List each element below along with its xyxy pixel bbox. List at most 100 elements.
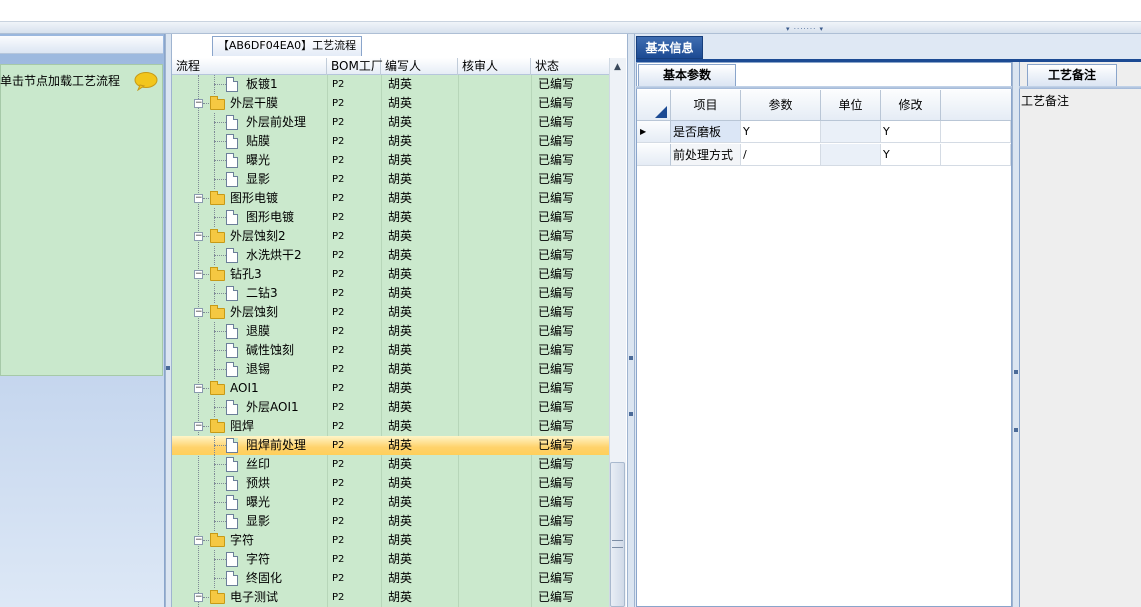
tree-row[interactable]: 外层AOI1 P2 胡英 已编写 bbox=[172, 398, 609, 417]
tree-row[interactable]: − 阻焊 P2 胡英 已编写 bbox=[172, 417, 609, 436]
process-name: 钻孔3 bbox=[230, 267, 262, 281]
bom-factory-cell: P2 bbox=[332, 516, 345, 527]
middle-vertical-splitter[interactable] bbox=[627, 34, 635, 607]
writer-cell: 胡英 bbox=[388, 495, 413, 509]
writer-cell: 胡英 bbox=[388, 172, 413, 186]
tree-row[interactable]: 字符 P2 胡英 已编写 bbox=[172, 550, 609, 569]
tree-row[interactable]: 退锡 P2 胡英 已编写 bbox=[172, 360, 609, 379]
tree-row[interactable]: 外层前处理 P2 胡英 已编写 bbox=[172, 113, 609, 132]
status-cell: 已编写 bbox=[538, 571, 575, 585]
grid-header-item[interactable]: 项目 bbox=[671, 90, 741, 121]
tree-row[interactable]: 水洗烘干2 P2 胡英 已编写 bbox=[172, 246, 609, 265]
grid-cell-param[interactable]: Y bbox=[741, 121, 821, 143]
process-name: 阻焊 bbox=[230, 419, 255, 433]
tree-row[interactable]: − 外层蚀刻2 P2 胡英 已编写 bbox=[172, 227, 609, 246]
tree-row[interactable]: 终固化 P2 胡英 已编写 bbox=[172, 569, 609, 588]
status-cell: 已编写 bbox=[538, 419, 575, 433]
grid-cell-modify[interactable]: Y bbox=[881, 144, 941, 166]
collapse-toggle-icon[interactable]: − bbox=[194, 99, 203, 108]
grid-header-param[interactable]: 参数 bbox=[741, 90, 821, 121]
grid-cell-item[interactable]: 是否磨板 bbox=[671, 121, 741, 143]
collapse-toggle-icon[interactable]: − bbox=[194, 536, 203, 545]
tab-basic-params[interactable]: 基本参数 bbox=[638, 64, 736, 86]
process-name: 图形电镀 bbox=[230, 191, 279, 205]
tree-row[interactable]: 曝光 P2 胡英 已编写 bbox=[172, 151, 609, 170]
column-header-status[interactable]: 状态 bbox=[531, 58, 609, 75]
grid-cell-param[interactable]: / bbox=[741, 144, 821, 166]
tree-row[interactable]: 丝印 P2 胡英 已编写 bbox=[172, 455, 609, 474]
splitter-grip-icon[interactable]: ▾ ······· ▾ bbox=[786, 25, 848, 33]
collapse-toggle-icon[interactable]: − bbox=[194, 270, 203, 279]
grid-cell-unit[interactable] bbox=[821, 121, 881, 143]
collapse-toggle-icon[interactable]: − bbox=[194, 593, 203, 602]
tree-row[interactable]: 板镀1 P2 胡英 已编写 bbox=[172, 75, 609, 94]
tree-row[interactable]: 显影 P2 胡英 已编写 bbox=[172, 512, 609, 531]
process-name: 外层AOI1 bbox=[246, 400, 299, 414]
column-header-writer[interactable]: 编写人 bbox=[381, 58, 458, 75]
status-cell: 已编写 bbox=[538, 191, 575, 205]
bom-factory-cell: P2 bbox=[332, 193, 345, 204]
collapse-toggle-icon[interactable]: − bbox=[194, 422, 203, 431]
collapse-toggle-icon[interactable]: − bbox=[194, 384, 203, 393]
hint-box bbox=[0, 64, 163, 376]
tree-row[interactable]: 贴膜 P2 胡英 已编写 bbox=[172, 132, 609, 151]
tree-row[interactable]: − 外层蚀刻 P2 胡英 已编写 bbox=[172, 303, 609, 322]
process-name: 外层蚀刻 bbox=[230, 305, 279, 319]
process-name: AOI1 bbox=[230, 381, 259, 395]
grid-header-modify[interactable]: 修改 bbox=[881, 90, 941, 121]
tree-row[interactable]: − 外层干膜 P2 胡英 已编写 bbox=[172, 94, 609, 113]
grid-header-unit[interactable]: 单位 bbox=[821, 90, 881, 121]
tree-row[interactable]: 曝光 P2 胡英 已编写 bbox=[172, 493, 609, 512]
document-icon bbox=[226, 134, 238, 149]
collapse-toggle-icon[interactable]: − bbox=[194, 194, 203, 203]
tree-row[interactable]: − AOI1 P2 胡英 已编写 bbox=[172, 379, 609, 398]
splitter-arrow-icon[interactable] bbox=[629, 412, 633, 416]
collapse-toggle-icon[interactable]: − bbox=[194, 308, 203, 317]
column-header-reviewer[interactable]: 核审人 bbox=[458, 58, 531, 75]
tree-row[interactable]: − 钻孔3 P2 胡英 已编写 bbox=[172, 265, 609, 284]
tree-row[interactable]: − 字符 P2 胡英 已编写 bbox=[172, 531, 609, 550]
process-name: 预烘 bbox=[246, 476, 271, 490]
process-name: 字符 bbox=[246, 552, 271, 566]
tree-row[interactable]: − 电子测试 P2 胡英 已编写 bbox=[172, 588, 609, 607]
bom-factory-cell: P2 bbox=[332, 307, 345, 318]
status-cell: 已编写 bbox=[538, 286, 575, 300]
scroll-up-icon[interactable]: ▲ bbox=[610, 59, 625, 75]
tab-process-flow[interactable]: 【AB6DF04EA0】工艺流程 bbox=[212, 36, 362, 56]
column-header-flow[interactable]: 流程 bbox=[172, 58, 327, 75]
grid-cell-filler bbox=[941, 121, 1011, 143]
writer-cell: 胡英 bbox=[388, 267, 413, 281]
tab-process-notes[interactable]: 工艺备注 bbox=[1027, 64, 1117, 86]
bom-factory-cell: P2 bbox=[332, 592, 345, 603]
grid-cell-item[interactable]: 前处理方式 bbox=[671, 144, 741, 166]
status-cell: 已编写 bbox=[538, 115, 575, 129]
column-header-bom-factory[interactable]: BOM工厂 bbox=[327, 58, 383, 75]
tree-row[interactable]: 二钻3 P2 胡英 已编写 bbox=[172, 284, 609, 303]
process-name: 板镀1 bbox=[246, 77, 278, 91]
process-name: 阻焊前处理 bbox=[246, 438, 307, 452]
writer-cell: 胡英 bbox=[388, 324, 413, 338]
tree-row[interactable]: − 图形电镀 P2 胡英 已编写 bbox=[172, 189, 609, 208]
writer-cell: 胡英 bbox=[388, 514, 413, 528]
horizontal-splitter[interactable] bbox=[0, 22, 1141, 34]
tree-row[interactable]: 阻焊前处理 P2 胡英 已编写 bbox=[172, 436, 609, 455]
document-icon bbox=[226, 172, 238, 187]
grid-cell-modify[interactable]: Y bbox=[881, 121, 941, 143]
tab-basic-info[interactable]: 基本信息 bbox=[636, 36, 703, 59]
folder-icon bbox=[210, 191, 225, 205]
splitter-arrow-icon[interactable] bbox=[629, 356, 633, 360]
splitter-arrow-icon[interactable] bbox=[166, 366, 170, 370]
collapse-toggle-icon[interactable]: − bbox=[194, 232, 203, 241]
splitter-arrow-icon[interactable] bbox=[1014, 370, 1018, 374]
tree-row[interactable]: 显影 P2 胡英 已编写 bbox=[172, 170, 609, 189]
tree-row[interactable]: 退膜 P2 胡英 已编写 bbox=[172, 322, 609, 341]
bom-factory-cell: P2 bbox=[332, 402, 345, 413]
bom-factory-cell: P2 bbox=[332, 269, 345, 280]
scrollbar-thumb[interactable] bbox=[610, 462, 625, 607]
splitter-arrow-icon[interactable] bbox=[1014, 428, 1018, 432]
tree-row[interactable]: 碱性蚀刻 P2 胡英 已编写 bbox=[172, 341, 609, 360]
left-vertical-splitter[interactable] bbox=[165, 34, 172, 607]
tree-row[interactable]: 图形电镀 P2 胡英 已编写 bbox=[172, 208, 609, 227]
tree-row[interactable]: 预烘 P2 胡英 已编写 bbox=[172, 474, 609, 493]
grid-cell-unit[interactable] bbox=[821, 144, 881, 166]
